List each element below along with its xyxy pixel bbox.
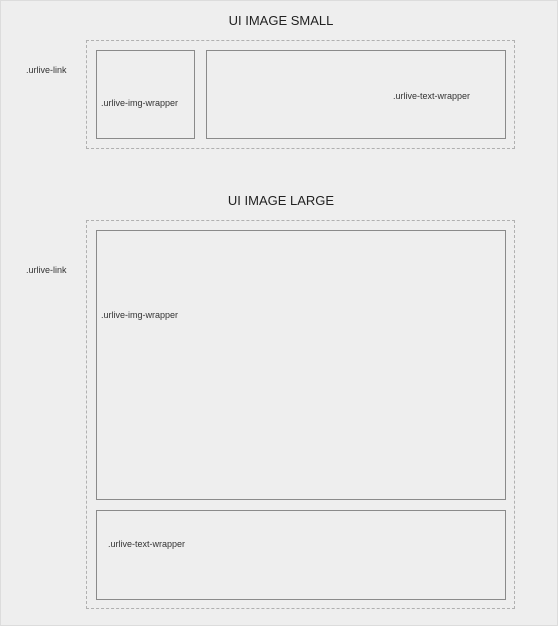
small-link-label: .urlive-link (26, 65, 67, 75)
diagram-canvas: UI IMAGE SMALL .urlive-link .urlive-img-… (0, 0, 558, 626)
large-text-wrapper-label: .urlive-text-wrapper (108, 539, 186, 549)
large-link-label: .urlive-link (26, 265, 67, 275)
small-img-wrapper-box: .urlive-img-wrapper (96, 50, 195, 139)
large-text-wrapper-box: .urlive-text-wrapper (96, 510, 506, 600)
large-img-wrapper-box: .urlive-img-wrapper (96, 230, 506, 500)
large-img-wrapper-label: .urlive-img-wrapper (101, 310, 179, 320)
small-text-wrapper-box: .urlive-text-wrapper (206, 50, 506, 139)
small-text-wrapper-label: .urlive-text-wrapper (393, 91, 471, 101)
small-urlive-link-box: .urlive-img-wrapper .urlive-text-wrapper (86, 40, 515, 149)
large-section-title: UI IMAGE LARGE (227, 193, 335, 208)
small-section-title: UI IMAGE SMALL (228, 13, 334, 28)
small-img-wrapper-label: .urlive-img-wrapper (101, 98, 179, 108)
large-urlive-link-box: .urlive-img-wrapper .urlive-text-wrapper (86, 220, 515, 609)
